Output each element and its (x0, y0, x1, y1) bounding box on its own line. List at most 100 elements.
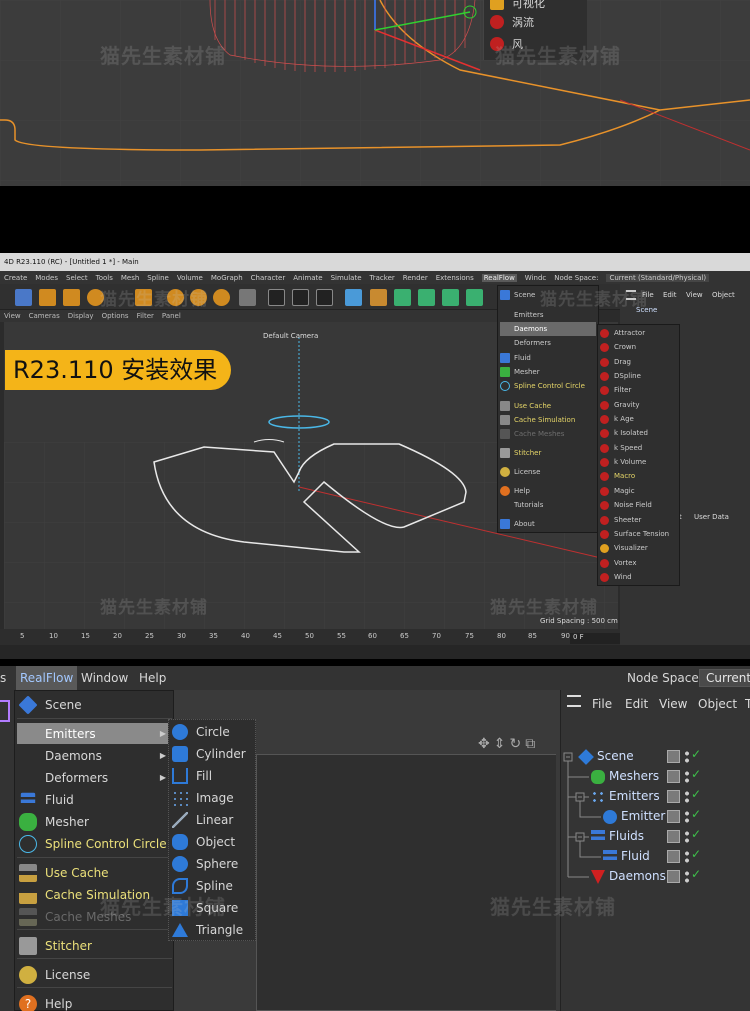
hamburger-icon[interactable] (567, 695, 581, 707)
om-tab-tags[interactable]: T (745, 697, 750, 711)
enabled-check-icon[interactable]: ✓ (691, 787, 701, 801)
menu-volume[interactable]: Volume (177, 274, 203, 282)
menu-realflow[interactable]: RealFlow (481, 273, 517, 282)
node-space-select[interactable]: Current (699, 669, 750, 687)
effector-icon[interactable] (466, 289, 483, 306)
viewport-area[interactable] (256, 754, 556, 1011)
menu-tools[interactable]: Tools (96, 274, 113, 282)
zoom-view-icon[interactable]: ⇕ (494, 736, 510, 752)
menu-realflow[interactable]: RealFlow (16, 666, 78, 690)
rf-item-scene[interactable]: Scene (17, 694, 172, 715)
menu-character[interactable]: Character (251, 274, 286, 282)
daemon-magic[interactable]: Magic (600, 484, 678, 498)
rf-item-tutorials[interactable]: Tutorials (500, 498, 596, 512)
daemon-drag[interactable]: Drag (600, 355, 678, 369)
om-tab-edit[interactable]: Edit (625, 697, 648, 711)
emitter-object[interactable]: Object (172, 831, 254, 852)
rf-item-license[interactable]: License (500, 465, 596, 479)
visibility-dots-icon[interactable] (684, 790, 690, 804)
menu-simulate[interactable]: Simulate (331, 274, 362, 282)
daemon-gravity[interactable]: Gravity (600, 398, 678, 412)
viewport-nav-icons[interactable]: ✥⇕↻⧉ (478, 736, 539, 752)
cube-icon[interactable] (345, 289, 362, 306)
rf-item-fluid[interactable]: Fluid (17, 789, 172, 810)
visibility-dots-icon[interactable] (684, 770, 690, 784)
rf-item-license[interactable]: License (17, 964, 172, 985)
menu-fragment[interactable]: s (0, 666, 6, 690)
emitter-image[interactable]: Image (172, 787, 254, 808)
rf-item-mesher[interactable]: Mesher (17, 811, 172, 832)
om-tab-view[interactable]: View (659, 697, 687, 711)
daemon-k-age[interactable]: k Age (600, 412, 678, 426)
visibility-dots-icon[interactable] (684, 830, 690, 844)
menu-item-visualizer[interactable]: 可视化 (490, 0, 545, 12)
rf-item-fluid[interactable]: Fluid (500, 351, 596, 365)
scale-tool-icon[interactable] (63, 289, 80, 306)
menu-animate[interactable]: Animate (293, 274, 322, 282)
z-axis-icon[interactable] (213, 289, 230, 306)
enabled-check-icon[interactable]: ✓ (691, 747, 701, 761)
rf-item-cache-simulation[interactable]: Cache Simulation (500, 413, 596, 427)
mograph-icon[interactable] (442, 289, 459, 306)
daemon-visualizer[interactable]: Visualizer (600, 541, 678, 555)
daemon-filter[interactable]: Filter (600, 383, 678, 397)
daemon-vortex[interactable]: Vortex (600, 556, 678, 570)
menu-mograph[interactable]: MoGraph (211, 274, 243, 282)
layer-tag-icon[interactable] (667, 750, 680, 763)
rf-item-help[interactable]: Help (500, 484, 596, 498)
daemon-k-speed[interactable]: k Speed (600, 441, 678, 455)
vp-menu-cameras[interactable]: Cameras (29, 312, 60, 320)
enabled-check-icon[interactable]: ✓ (691, 847, 701, 861)
layer-tag-icon[interactable] (667, 830, 680, 843)
vp-menu-options[interactable]: Options (102, 312, 129, 320)
daemon-k-volume[interactable]: k Volume (600, 455, 678, 469)
pen-icon[interactable] (370, 289, 387, 306)
emitter-triangle[interactable]: Triangle (172, 919, 254, 940)
cloner-icon[interactable] (418, 289, 435, 306)
visibility-dots-icon[interactable] (684, 850, 690, 864)
daemon-k-isolated[interactable]: k Isolated (600, 426, 678, 440)
rf-item-daemons[interactable]: Daemons (500, 322, 596, 336)
rf-item-stitcher[interactable]: Stitcher (17, 935, 172, 956)
menu-window[interactable]: Windc (525, 274, 546, 282)
visibility-dots-icon[interactable] (684, 750, 690, 764)
rf-item-deformers[interactable]: Deformers (500, 336, 596, 350)
daemon-attractor[interactable]: Attractor (600, 326, 678, 340)
render-view-icon[interactable] (268, 289, 285, 306)
menu-spline[interactable]: Spline (147, 274, 169, 282)
daemon-macro[interactable]: Macro (600, 469, 678, 483)
maximize-view-icon[interactable]: ⧉ (525, 736, 539, 752)
rf-item-mesher[interactable]: Mesher (500, 365, 596, 379)
daemon-wind[interactable]: Wind (600, 570, 678, 584)
rf-item-use-cache[interactable]: Use Cache (500, 399, 596, 413)
menu-extensions[interactable]: Extensions (436, 274, 474, 282)
move-tool-icon[interactable] (39, 289, 56, 306)
menu-item-vortex[interactable]: 涡流 (490, 13, 534, 31)
om-tab-object[interactable]: Object (712, 291, 735, 299)
render-settings-icon[interactable] (316, 289, 333, 306)
menu-select[interactable]: Select (66, 274, 88, 282)
layer-tag-icon[interactable] (667, 810, 680, 823)
emitter-circle[interactable]: Circle (172, 721, 254, 742)
emitter-cylinder[interactable]: Cylinder (172, 743, 254, 764)
attr-tab-user-data[interactable]: User Data (694, 513, 729, 521)
layer-tag-icon[interactable] (667, 850, 680, 863)
om-tab-view[interactable]: View (686, 291, 703, 299)
vp-menu-view[interactable]: View (4, 312, 21, 320)
emitter-fill[interactable]: Fill (172, 765, 254, 786)
layer-tag-icon[interactable] (667, 770, 680, 783)
layer-tag-icon[interactable] (667, 870, 680, 883)
move-view-icon[interactable]: ✥ (478, 736, 494, 752)
daemon-dspline[interactable]: DSpline (600, 369, 678, 383)
om-tab-file[interactable]: File (592, 697, 612, 711)
daemon-noise-field[interactable]: Noise Field (600, 498, 678, 512)
enabled-check-icon[interactable]: ✓ (691, 807, 701, 821)
menu-create[interactable]: Create (4, 274, 27, 282)
emitter-linear[interactable]: Linear (172, 809, 254, 830)
vp-menu-filter[interactable]: Filter (137, 312, 154, 320)
select-tool-icon[interactable] (15, 289, 32, 306)
rf-item-spline-control-circle[interactable]: Spline Control Circle (17, 833, 172, 854)
timeline-ruler[interactable]: 5 10 15 20 25 30 35 40 45 50 55 60 65 70… (0, 629, 620, 645)
menu-modes[interactable]: Modes (35, 274, 58, 282)
menu-tracker[interactable]: Tracker (370, 274, 395, 282)
